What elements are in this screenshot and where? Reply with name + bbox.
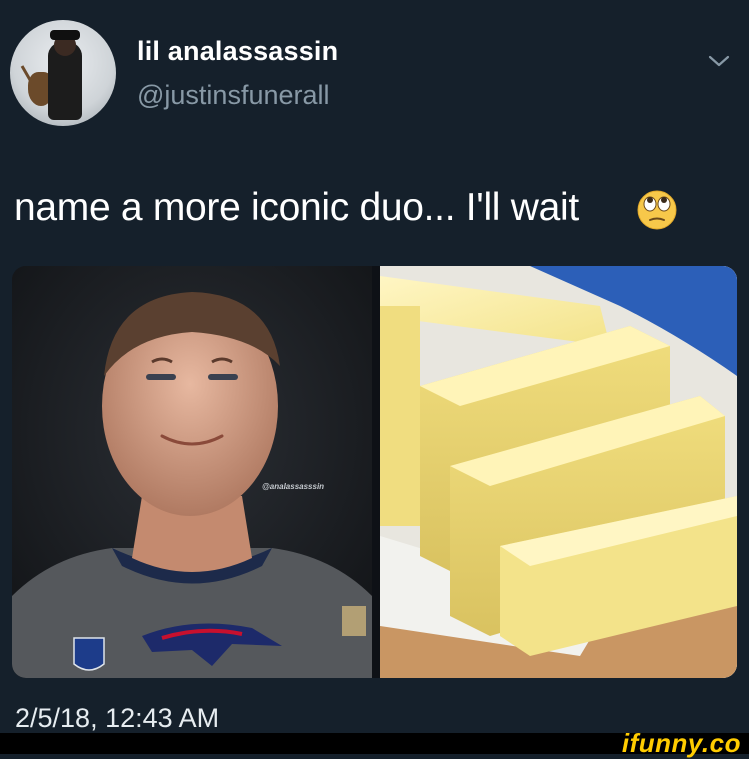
avatar[interactable] xyxy=(10,20,116,126)
tweet-timestamp[interactable]: 2/5/18, 12:43 AM xyxy=(15,703,219,734)
ifunny-logo: ifunny.co xyxy=(621,728,741,758)
display-name[interactable]: lil analassassin xyxy=(137,36,338,67)
butter-sticks-photo[interactable] xyxy=(380,266,737,678)
tweet-text: name a more iconic duo... I'll wait xyxy=(14,186,579,229)
butter-illustration xyxy=(380,266,737,678)
user-handle[interactable]: @justinsfunerall xyxy=(137,80,330,111)
football-player-photo[interactable]: @analassasssin xyxy=(12,266,372,678)
chevron-down-icon[interactable] xyxy=(707,52,731,70)
photo-watermark: @analassasssin xyxy=(262,482,325,491)
player-illustration xyxy=(12,266,372,678)
avatar-hat xyxy=(50,30,80,40)
tweet-media[interactable]: @analassasssin xyxy=(12,266,737,678)
rolling-eyes-emoji-icon xyxy=(637,190,677,230)
